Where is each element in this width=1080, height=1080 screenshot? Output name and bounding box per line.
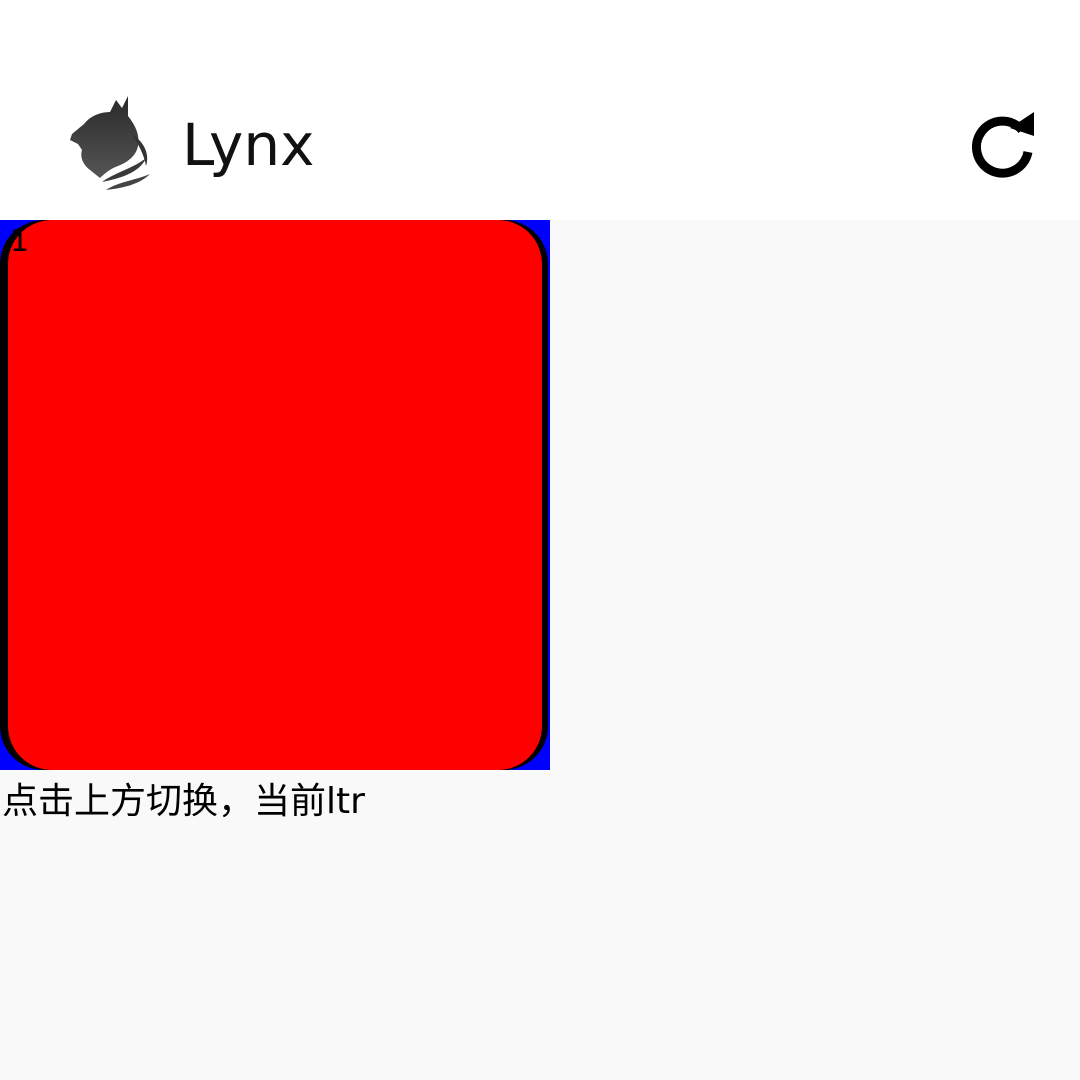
title-bar: Lynx <box>0 72 1080 220</box>
red-box <box>8 220 542 770</box>
lynx-logo-icon <box>66 94 156 192</box>
app-title: Lynx <box>182 111 315 179</box>
content-area: 1 点击上方切换，当前ltr <box>0 220 1080 1080</box>
box-number: 1 <box>10 224 30 259</box>
direction-hint-text: 点击上方切换，当前ltr <box>2 781 365 822</box>
app-screen: Lynx 1 点击上方切换，当前ltr <box>0 0 1080 1080</box>
direction-toggle-box[interactable]: 1 <box>0 220 550 770</box>
refresh-icon[interactable] <box>966 108 1040 182</box>
status-bar <box>0 0 1080 72</box>
